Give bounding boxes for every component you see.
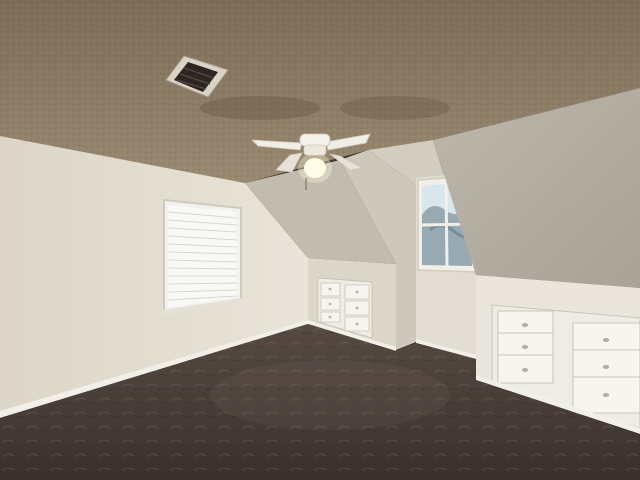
window-with-blinds [162,198,243,315]
room-illustration [0,0,640,480]
empty-attic-bedroom-photo [0,0,640,480]
